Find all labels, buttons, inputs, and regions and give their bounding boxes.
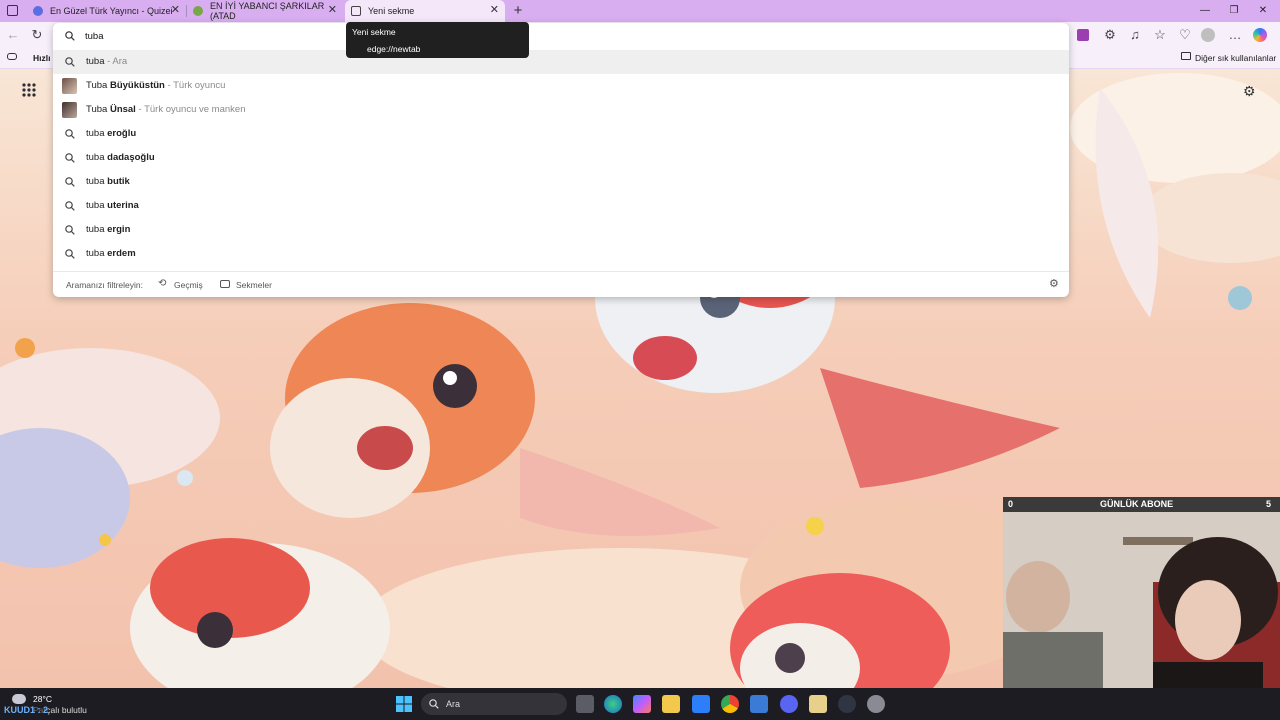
reload-icon[interactable]: ↻ bbox=[28, 26, 46, 44]
tab-tooltip: Yeni sekme edge://newtab bbox=[346, 22, 529, 58]
address-bar bbox=[53, 23, 1069, 49]
webcam-video bbox=[1003, 512, 1280, 688]
maximize-button[interactable]: ❐ bbox=[1224, 3, 1244, 19]
search-icon bbox=[65, 177, 75, 187]
close-tab-icon[interactable]: ✕ bbox=[171, 5, 180, 16]
search-filter-bar: Aramanızı filtreleyin: ⟲ Geçmiş Sekmeler… bbox=[53, 271, 1069, 298]
favorites-icon[interactable]: ☆ bbox=[1151, 26, 1169, 44]
search-icon bbox=[65, 129, 75, 139]
steam-icon[interactable] bbox=[838, 695, 856, 713]
game-icon[interactable] bbox=[750, 695, 768, 713]
music-favicon-icon bbox=[193, 6, 203, 16]
close-tab-icon[interactable]: ✕ bbox=[328, 5, 337, 16]
tab-yabanci-sarkilar[interactable]: EN İYİ YABANCI ŞARKILAR (ATAD ✕ bbox=[187, 0, 343, 22]
minimize-button[interactable]: — bbox=[1195, 3, 1215, 19]
other-favorites-link[interactable]: Diğer sık kullanılanlar bbox=[1195, 53, 1276, 63]
suggestion-row[interactable]: tuba butik bbox=[53, 170, 1069, 194]
subscriber-title: GÜNLÜK ABONE bbox=[1100, 499, 1174, 509]
browser-essentials-icon[interactable]: ♡ bbox=[1176, 26, 1194, 44]
suggestion-row[interactable]: tuba - Ara bbox=[53, 50, 1069, 74]
back-icon[interactable]: ← bbox=[4, 26, 22, 44]
search-icon bbox=[65, 225, 75, 235]
quizei-favicon-icon bbox=[33, 6, 43, 16]
search-icon bbox=[65, 153, 75, 163]
file-explorer-icon[interactable] bbox=[662, 695, 680, 713]
tooltip-url: edge://newtab bbox=[367, 44, 421, 54]
suggestion-row[interactable]: tuba eroğlu bbox=[53, 122, 1069, 146]
suggestion-text: tuba butik bbox=[86, 176, 130, 187]
extensions-icon[interactable]: ⚙ bbox=[1101, 26, 1119, 44]
copilot-app-icon[interactable] bbox=[633, 695, 651, 713]
search-icon bbox=[65, 57, 75, 67]
search-icon bbox=[65, 249, 75, 259]
address-bar-dropdown: tuba - Ara Tuba Büyüküstün - Türk oyuncu… bbox=[53, 23, 1069, 297]
folder-icon bbox=[1181, 52, 1191, 60]
subscriber-count-left: 0 bbox=[1008, 499, 1014, 509]
chrome-icon[interactable] bbox=[721, 695, 739, 713]
new-tab-button[interactable]: + bbox=[509, 2, 527, 20]
windows-taskbar: 28°C Parçalı bulutlu KUUD1 : 2 Ara bbox=[0, 688, 1280, 720]
suggestion-text: tuba uterina bbox=[86, 200, 139, 211]
filter-tabs-button[interactable]: Sekmeler bbox=[236, 280, 272, 290]
person-thumbnail bbox=[62, 78, 77, 94]
suggestion-row[interactable]: tuba uterina bbox=[53, 194, 1069, 218]
suggestion-text: tuba erdem bbox=[86, 248, 136, 259]
suggestion-text: tuba eroğlu bbox=[86, 128, 137, 139]
filter-label: Aramanızı filtreleyin: bbox=[66, 280, 143, 290]
suggestion-text: tuba ergin bbox=[86, 224, 131, 235]
suggestion-text: Tuba Ünsal - Türk oyuncu ve manken bbox=[86, 104, 246, 115]
notes-icon[interactable] bbox=[809, 695, 827, 713]
daily-subscriber-bar: 0 GÜNLÜK ABONE 5 bbox=[1003, 497, 1280, 512]
suggestion-text: tuba - Ara bbox=[86, 56, 128, 67]
suggestion-text: tuba dadaşoğlu bbox=[86, 152, 155, 163]
taskbar-search[interactable]: Ara bbox=[421, 693, 567, 715]
search-icon bbox=[65, 201, 75, 211]
favorites-bar-icon bbox=[7, 53, 17, 60]
apps-grid-icon[interactable] bbox=[22, 83, 36, 97]
suggestion-row[interactable]: Tuba Büyüküstün - Türk oyuncu bbox=[53, 74, 1069, 98]
collections-icon[interactable] bbox=[1077, 29, 1089, 41]
close-tab-icon[interactable]: ✕ bbox=[490, 5, 499, 16]
tab-actions-icon[interactable] bbox=[7, 5, 18, 16]
history-icon: ⟲ bbox=[158, 278, 167, 289]
task-view-icon[interactable] bbox=[576, 695, 594, 713]
tab-strip: En Güzel Türk Yayıncı - Quizei ✕ EN İYİ … bbox=[0, 0, 1280, 22]
suggestion-row[interactable]: tuba ergin bbox=[53, 218, 1069, 242]
discord-icon[interactable] bbox=[780, 695, 798, 713]
start-icon[interactable] bbox=[395, 695, 413, 713]
taskbar-search-label: Ara bbox=[446, 699, 461, 709]
tooltip-title: Yeni sekme bbox=[352, 27, 396, 37]
tab-yeni-sekme[interactable]: Yeni sekme ✕ bbox=[345, 0, 505, 22]
suggestion-text: Tuba Büyüküstün - Türk oyuncu bbox=[86, 80, 226, 91]
subscriber-count-right: 5 bbox=[1266, 499, 1272, 509]
edge-icon[interactable] bbox=[604, 695, 622, 713]
tab-title: EN İYİ YABANCI ŞARKILAR (ATAD bbox=[210, 1, 325, 21]
search-icon bbox=[429, 699, 439, 709]
store-icon[interactable] bbox=[692, 695, 710, 713]
settings-app-icon[interactable] bbox=[867, 695, 885, 713]
tab-title: Yeni sekme bbox=[368, 6, 415, 16]
suggestion-row[interactable]: tuba dadaşoğlu bbox=[53, 146, 1069, 170]
person-thumbnail bbox=[62, 102, 77, 118]
settings-icon[interactable]: ⚙ bbox=[1049, 277, 1059, 290]
tab-title: En Güzel Türk Yayıncı - Quizei bbox=[50, 6, 173, 16]
suggestion-row[interactable]: tuba erdem bbox=[53, 242, 1069, 266]
weather-temperature[interactable]: 28°C bbox=[33, 694, 52, 704]
read-aloud-icon[interactable]: ♫ bbox=[1126, 26, 1144, 44]
close-window-button[interactable]: ✕ bbox=[1253, 3, 1273, 19]
search-icon bbox=[65, 31, 75, 41]
weather-icon bbox=[12, 694, 26, 704]
more-options-icon[interactable]: … bbox=[1226, 26, 1244, 44]
tabs-icon bbox=[220, 280, 230, 288]
filter-history-button[interactable]: Geçmiş bbox=[174, 280, 203, 290]
webcam-overlay: 0 GÜNLÜK ABONE 5 bbox=[1003, 497, 1280, 688]
profile-icon[interactable] bbox=[1201, 28, 1215, 42]
page-settings-icon[interactable]: ⚙ bbox=[1243, 83, 1256, 100]
tab-quizei[interactable]: En Güzel Türk Yayıncı - Quizei ✕ bbox=[26, 0, 186, 22]
copilot-icon[interactable] bbox=[1253, 28, 1267, 42]
suggestion-row[interactable]: Tuba Ünsal - Türk oyuncu ve manken bbox=[53, 98, 1069, 122]
new-tab-favicon-icon bbox=[351, 6, 361, 16]
stream-overlay-label: KUUD1 : 2 bbox=[4, 705, 49, 715]
